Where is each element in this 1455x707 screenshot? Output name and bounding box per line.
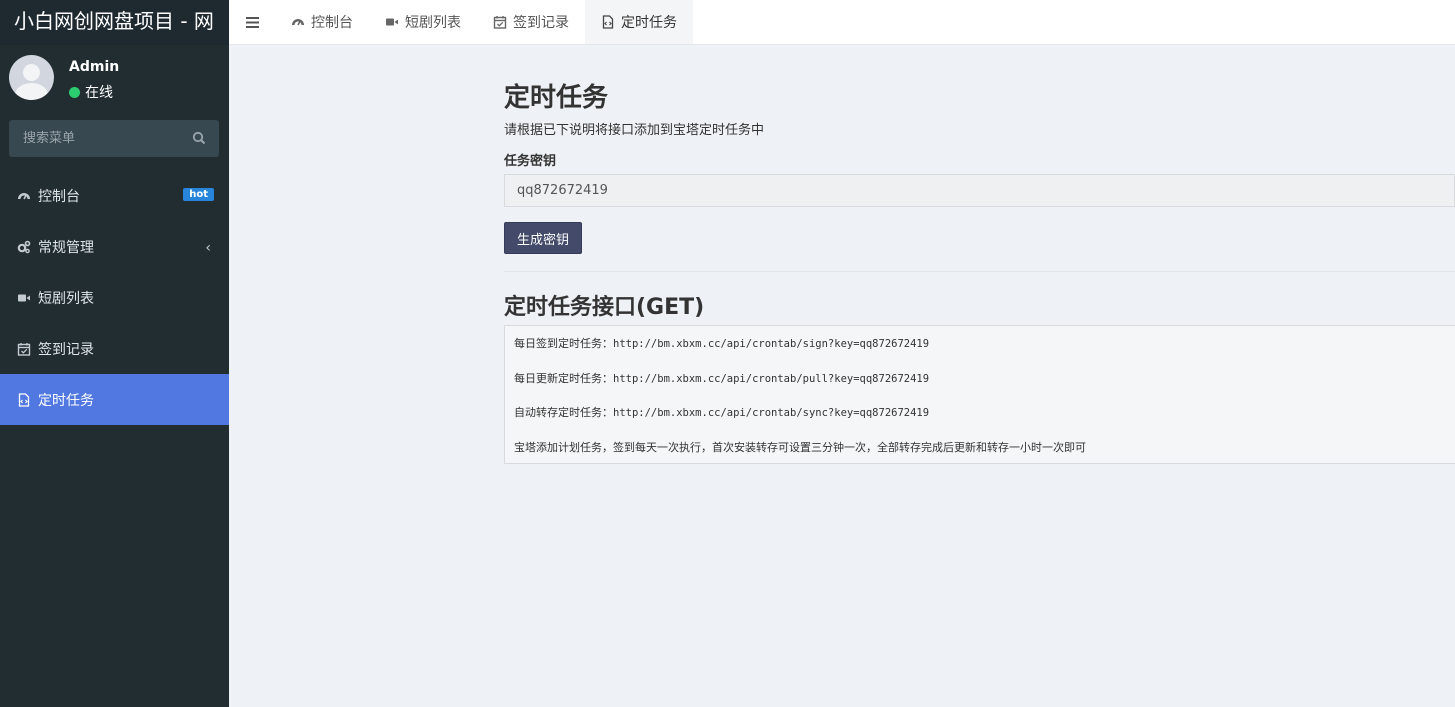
api-line-sign: 每日签到定时任务：http://bm.xbxm.cc/api/crontab/s… (514, 336, 1446, 371)
api-section-title: 定时任务接口(GET) (504, 295, 705, 320)
api-line-pull: 每日更新定时任务：http://bm.xbxm.cc/api/crontab/p… (514, 371, 1446, 406)
api-line-label: 每日签到定时任务： (514, 337, 613, 350)
user-status-label: 在线 (85, 85, 113, 101)
api-url: http://bm.xbxm.cc/api/crontab/pull?key=q… (613, 372, 930, 385)
user-panel: Admin 在线 (0, 45, 229, 110)
sidebar-item-label: 控制台 (38, 188, 80, 205)
api-url: http://bm.xbxm.cc/api/crontab/sync?key=q… (613, 407, 930, 419)
sidebar-search (9, 120, 219, 157)
tab-drama-list[interactable]: 短剧列表 (369, 0, 477, 44)
sidebar-item-drama-list[interactable]: 短剧列表 (0, 272, 229, 323)
task-key-field[interactable] (504, 174, 1455, 207)
dashboard-icon (292, 19, 304, 26)
sidebar: 小白网创网盘项目 - 网 Admin 在线 控制台 hot 常规管理 ‹ 短剧列… (0, 0, 229, 707)
menu-toggle-icon[interactable] (229, 0, 275, 44)
sidebar-item-scheduled-tasks[interactable]: 定时任务 (0, 374, 229, 425)
search-input[interactable] (9, 120, 189, 157)
video-icon (386, 18, 398, 26)
hot-badge: hot (183, 188, 214, 201)
sidebar-item-label: 短剧列表 (38, 290, 94, 307)
task-key-label: 任务密钥 (504, 154, 557, 169)
sidebar-item-dashboard[interactable]: 控制台 hot (0, 170, 229, 221)
sidebar-item-general[interactable]: 常规管理 ‹ (0, 221, 229, 272)
online-status-icon (69, 86, 80, 98)
chevron-left-icon: ‹ (205, 240, 211, 256)
user-name: Admin (69, 59, 120, 75)
calendar-check-icon (493, 16, 507, 29)
file-code-icon (602, 15, 614, 29)
tab-dashboard[interactable]: 控制台 (275, 0, 369, 44)
page-description: 请根据已下说明将接口添加到宝塔定时任务中 (504, 123, 765, 138)
tab-checkin-records[interactable]: 签到记录 (477, 0, 585, 44)
avatar (9, 55, 54, 100)
page-title: 定时任务 (504, 83, 609, 113)
user-status: 在线 (69, 82, 113, 102)
search-icon[interactable] (192, 131, 206, 145)
sidebar-item-checkin-records[interactable]: 签到记录 (0, 323, 229, 374)
sidebar-menu: 控制台 hot 常规管理 ‹ 短剧列表 签到记录 定时任务 (0, 170, 229, 425)
api-line-label: 自动转存定时任务： (514, 406, 613, 419)
generate-key-button[interactable]: 生成密钥 (504, 222, 582, 254)
sidebar-item-label: 常规管理 (38, 239, 94, 256)
brand-title[interactable]: 小白网创网盘项目 - 网 (0, 0, 229, 45)
sidebar-item-label: 签到记录 (38, 341, 94, 358)
tab-label: 短剧列表 (405, 15, 461, 31)
tab-label: 定时任务 (621, 15, 677, 31)
divider (504, 271, 1455, 272)
sidebar-item-label: 定时任务 (38, 392, 94, 409)
api-note: 宝塔添加计划任务，签到每天一次执行，首次安装转存可设置三分钟一次，全部转存完成后… (514, 440, 1086, 454)
file-code-icon (18, 392, 30, 407)
tab-label: 控制台 (311, 15, 353, 31)
dashboard-icon (18, 192, 30, 199)
api-line-sync: 自动转存定时任务：http://bm.xbxm.cc/api/crontab/s… (514, 405, 1446, 440)
cogs-icon (17, 240, 31, 253)
top-navbar: 控制台 短剧列表 签到记录 定时任务 (229, 0, 1455, 45)
tab-label: 签到记录 (513, 15, 569, 31)
api-info-box: 每日签到定时任务：http://bm.xbxm.cc/api/crontab/s… (504, 325, 1455, 464)
tab-scheduled-tasks[interactable]: 定时任务 (585, 0, 693, 44)
calendar-check-icon (17, 342, 31, 356)
api-url: http://bm.xbxm.cc/api/crontab/sign?key=q… (613, 338, 930, 350)
api-line-label: 每日更新定时任务： (514, 371, 613, 385)
video-icon (18, 294, 30, 301)
